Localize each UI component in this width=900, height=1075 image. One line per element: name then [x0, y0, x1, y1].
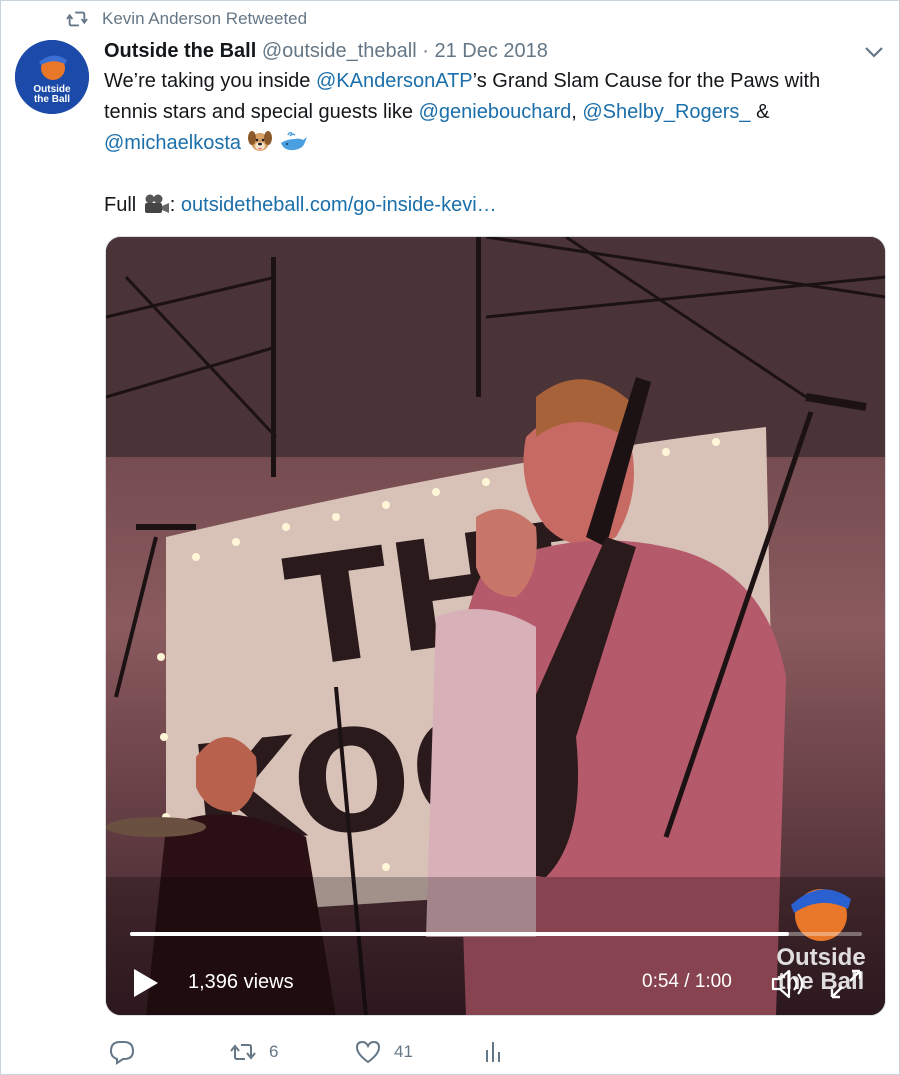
tweet-date[interactable]: 21 Dec 2018 — [434, 40, 547, 62]
video-time: 0:54 / 1:00 — [642, 971, 732, 992]
text-segment: & — [750, 101, 770, 123]
tweet-line-1: We’re taking you inside @KAndersonATP’s … — [104, 66, 889, 97]
text-segment: Full — [104, 194, 142, 216]
dog-face-emoji — [247, 131, 272, 151]
retweet-button[interactable]: 6 — [229, 1036, 278, 1068]
tweet-text: We’re taking you inside @KAndersonATP’s … — [104, 66, 889, 221]
chevron-down-icon[interactable] — [862, 42, 886, 62]
whale-emoji — [281, 132, 308, 151]
mention-geniebouchard[interactable]: @geniebouchard — [419, 101, 572, 123]
video-progress-fill — [130, 932, 789, 936]
tweet-line-3: @michaelkosta — [104, 128, 889, 159]
volume-icon[interactable] — [770, 967, 808, 1001]
retweet-icon — [230, 1044, 256, 1060]
tweet-line-2: tennis stars and special guests like @ge… — [104, 97, 889, 128]
avatar-text-2: the Ball — [34, 94, 70, 105]
retweet-context[interactable]: Kevin Anderson Retweeted — [66, 8, 307, 30]
video-player[interactable]: THE KOOK Outside the Ball 1,396 views 0:… — [105, 236, 886, 1016]
text-segment: , — [571, 101, 583, 123]
tweet-header: Outside the Ball @outside_theball · 21 D… — [104, 38, 548, 64]
video-progress-bar[interactable] — [130, 932, 862, 936]
outside-the-ball-logo: Outside the Ball — [15, 40, 89, 114]
tweet-actions: 6 41 — [104, 1036, 604, 1068]
mention-kandersonatp[interactable]: @KAndersonATP — [316, 70, 473, 92]
author-handle[interactable]: @outside_theball — [262, 40, 417, 62]
like-button[interactable]: 41 — [354, 1036, 413, 1068]
analytics-icon — [486, 1042, 500, 1062]
text-segment: We’re taking you inside — [104, 70, 316, 92]
reply-icon — [109, 1041, 135, 1065]
avatar[interactable]: Outside the Ball — [15, 40, 89, 114]
fullscreen-icon[interactable] — [828, 967, 864, 1001]
text-segment: : — [169, 194, 181, 216]
reply-button[interactable] — [108, 1036, 136, 1068]
separator-dot: · — [422, 40, 429, 62]
like-count: 41 — [394, 1042, 413, 1061]
author-name[interactable]: Outside the Ball — [104, 40, 256, 62]
movie-camera-emoji — [144, 194, 169, 213]
text-segment: tennis stars and special guests like — [104, 101, 419, 123]
mention-michaelkosta[interactable]: @michaelkosta — [104, 132, 241, 154]
tweet-line-4: Full : outsidetheball.com/go-inside-kevi… — [104, 190, 889, 221]
play-icon[interactable] — [132, 967, 160, 999]
retweet-count: 6 — [269, 1042, 279, 1061]
mention-shelby-rogers[interactable]: @Shelby_Rogers_ — [582, 101, 750, 123]
text-segment: ’s Grand Slam Cause for the Paws with — [472, 70, 821, 92]
retweet-label: Kevin Anderson Retweeted — [102, 9, 308, 28]
heart-icon — [355, 1040, 381, 1064]
retweet-icon — [66, 11, 88, 27]
analytics-button[interactable] — [479, 1036, 507, 1068]
view-count: 1,396 views — [188, 971, 294, 993]
tweet-link[interactable]: outsidetheball.com/go-inside-kevi… — [181, 194, 497, 216]
